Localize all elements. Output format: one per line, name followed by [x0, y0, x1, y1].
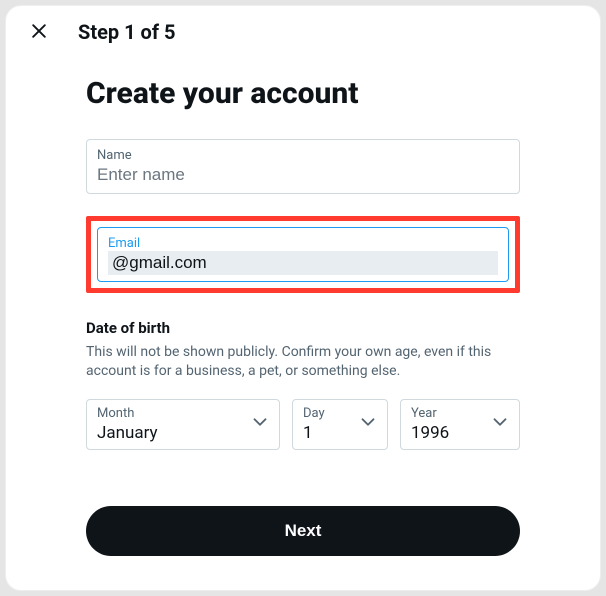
email-label: Email [108, 236, 498, 251]
name-field[interactable]: Name [86, 139, 520, 194]
step-indicator: Step 1 of 5 [78, 20, 175, 44]
dob-selects: Month January Day 1 Year 1996 [86, 399, 520, 450]
modal-header: Step 1 of 5 [6, 6, 600, 58]
close-icon [29, 21, 49, 44]
day-select[interactable]: Day 1 [292, 399, 388, 450]
year-select[interactable]: Year 1996 [400, 399, 520, 450]
month-select[interactable]: Month January [86, 399, 280, 450]
dob-description: This will not be shown publicly. Confirm… [86, 343, 520, 381]
next-button[interactable]: Next [86, 506, 520, 556]
name-input[interactable] [97, 163, 509, 187]
email-highlight-box: Email [86, 216, 520, 293]
dob-title: Date of birth [86, 319, 520, 337]
modal-content: Create your account Name Email Date of b… [6, 76, 600, 556]
name-label: Name [97, 148, 509, 163]
chevron-down-icon [357, 411, 379, 437]
close-button[interactable] [22, 15, 56, 49]
chevron-down-icon [489, 411, 511, 437]
email-field[interactable]: Email [97, 227, 509, 282]
chevron-down-icon [249, 411, 271, 437]
email-input[interactable] [112, 253, 494, 273]
email-input-wrapper [108, 251, 498, 275]
page-title: Create your account [86, 76, 520, 111]
signup-modal: Step 1 of 5 Create your account Name Ema… [5, 5, 601, 591]
month-label: Month [97, 406, 271, 421]
month-value: January [97, 421, 271, 445]
